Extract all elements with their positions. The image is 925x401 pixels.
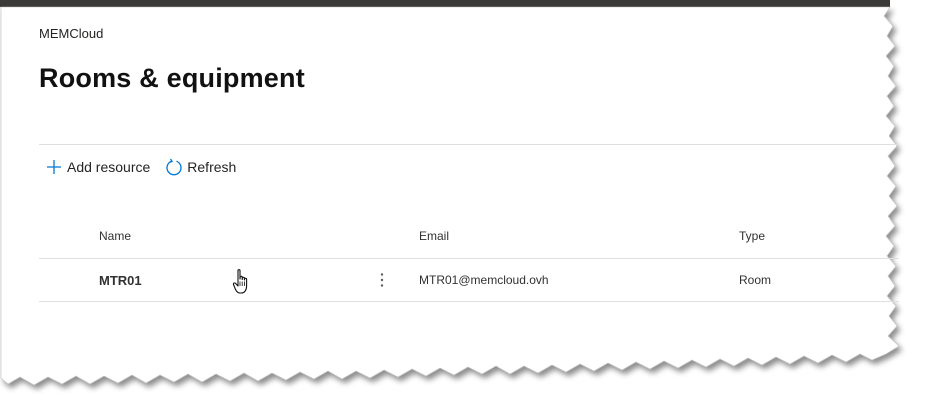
header-divider	[39, 144, 899, 145]
row-name[interactable]: MTR01	[99, 273, 142, 288]
more-options-button[interactable]	[374, 270, 390, 290]
column-header-name[interactable]: Name	[99, 229, 131, 243]
hand-cursor-icon	[232, 269, 248, 294]
org-name: MEMCloud	[39, 26, 104, 41]
command-bar: Add resource Refresh	[44, 155, 250, 179]
row-email: MTR01@memcloud.ovh	[419, 273, 549, 287]
refresh-label: Refresh	[187, 159, 237, 175]
page-title: Rooms & equipment	[39, 63, 305, 93]
row-type: Room	[739, 273, 772, 287]
row-divider	[39, 301, 899, 302]
refresh-button[interactable]: Refresh	[164, 157, 236, 177]
screenshot-frame: MEMCloud Rooms & equipment Add resource	[0, 0, 925, 401]
table-header-divider	[39, 258, 899, 259]
column-header-email[interactable]: Email	[419, 229, 449, 243]
add-resource-label: Add resource	[67, 159, 151, 175]
add-resource-button[interactable]: Add resource	[44, 157, 150, 177]
plus-icon	[44, 157, 64, 177]
main-content: MEMCloud Rooms & equipment Add resource	[0, 0, 925, 401]
column-header-type[interactable]: Type	[739, 229, 765, 243]
refresh-icon	[164, 157, 184, 177]
more-vertical-icon	[380, 273, 384, 287]
